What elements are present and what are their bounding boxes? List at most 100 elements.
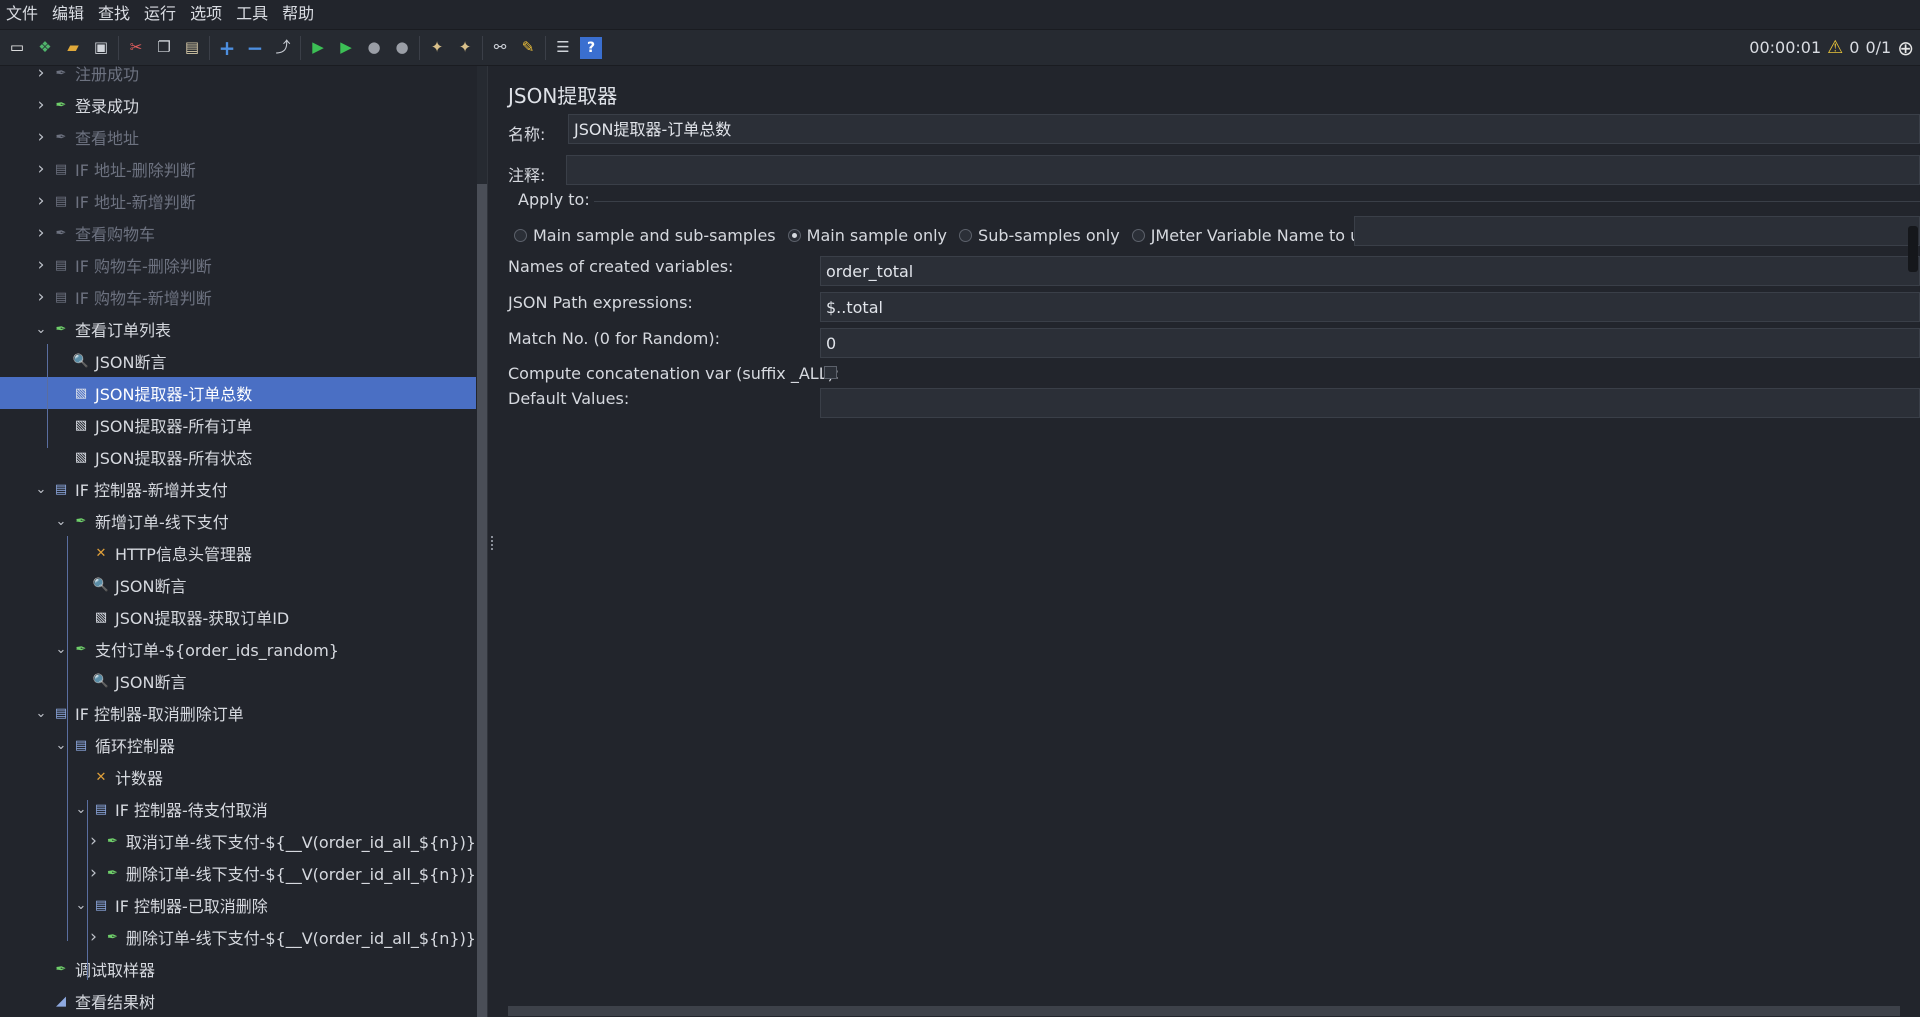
chevron-right-icon[interactable]: › [34,159,48,179]
comment-input[interactable] [566,155,1920,185]
tree-item[interactable]: ▧ JSON提取器-所有订单 [0,409,476,441]
save-icon[interactable]: ▣ [90,37,112,59]
warning-icon[interactable]: ⚠ [1827,37,1843,58]
jmeter-variable-input[interactable] [1354,216,1920,246]
globe-icon[interactable]: ⊕ [1897,36,1914,60]
name-input[interactable]: JSON提取器-订单总数 [568,114,1920,144]
side-handle[interactable] [1908,226,1918,272]
tree-item[interactable]: ⌄ ▤ 循环控制器 [0,729,476,761]
chevron-right-icon[interactable]: › [34,223,48,243]
tree-item[interactable]: › ✒ 取消订单-线下支付-${__V(order_id_all_${n})} [0,825,476,857]
chevron-down-icon[interactable]: ⌄ [34,706,48,721]
templates-icon[interactable]: ❖ [34,37,56,59]
menu-item-2[interactable]: 查找 [92,0,138,28]
search-icon[interactable]: ⚯ [489,37,511,59]
tree-item[interactable]: › ▤ IF 购物车-新增判断 [0,281,476,313]
tree-item[interactable]: ⌄ ▤ IF 控制器-新增并支付 [0,473,476,505]
clear-icon[interactable]: ✦ [426,37,448,59]
apply-to-option[interactable]: Main sample and sub-samples [514,226,776,245]
match-no-input[interactable]: 0 [820,328,1920,358]
menu-item-4[interactable]: 选项 [184,0,230,28]
tree-item[interactable]: › ✒ 删除订单-线下支付-${__V(order_id_all_${n})} [0,921,476,953]
chevron-right-icon[interactable]: › [87,927,100,947]
radio-button[interactable] [959,228,973,242]
menu-item-3[interactable]: 运行 [138,0,184,28]
chevron-down-icon[interactable]: ⌄ [34,482,48,497]
tree-item[interactable]: › ▤ IF 地址-删除判断 [0,153,476,185]
concat-checkbox[interactable] [824,366,837,379]
new-icon[interactable]: ▭ [6,37,28,59]
radio-button[interactable] [1131,228,1145,242]
elapsed-timer: 00:00:01 [1749,38,1822,57]
radio-button[interactable] [514,228,527,242]
tree-item[interactable]: ✕ HTTP信息头管理器 [0,537,476,569]
menu-item-5[interactable]: 工具 [230,0,276,28]
tree-item[interactable]: › ✒ 查看地址 [0,121,476,153]
chevron-right-icon[interactable]: › [34,191,48,211]
apply-to-option[interactable]: JMeter Variable Name to use [1131,226,1378,245]
tree-item[interactable]: 🔍 JSON断言 [0,665,476,697]
chevron-down-icon[interactable]: ⌄ [54,642,68,657]
tree-item[interactable]: › ✒ 注册成功 [0,66,476,89]
splitter-grip[interactable] [491,536,495,550]
paste-icon[interactable]: ▤ [181,37,203,59]
tree-scrollbar-thumb[interactable] [477,184,487,1017]
chevron-right-icon[interactable]: › [34,95,48,115]
chevron-right-icon[interactable]: › [34,255,48,275]
tree-item[interactable]: ⌄ ▤ IF 控制器-已取消删除 [0,889,476,921]
apply-to-option[interactable]: Sub-samples only [959,226,1120,245]
collapse-icon[interactable]: − [244,37,266,59]
tree-item[interactable]: ◢ 查看结果树 [0,985,476,1017]
tree-item[interactable]: ⌄ ▤ IF 控制器-待支付取消 [0,793,476,825]
chevron-right-icon[interactable]: › [87,863,100,883]
horizontal-scrollbar[interactable] [508,1006,1900,1016]
cut-icon[interactable]: ✂ [125,37,147,59]
open-icon[interactable]: ▰ [62,37,84,59]
tree-item[interactable]: › ▤ IF 购物车-删除判断 [0,249,476,281]
radio-button[interactable] [787,228,801,242]
stop-icon[interactable]: ● [363,37,385,59]
tree-item[interactable]: › ▤ IF 地址-新增判断 [0,185,476,217]
chevron-down-icon[interactable]: ⌄ [54,514,68,529]
tree-item[interactable]: 🔍 JSON断言 [0,345,476,377]
tree-item[interactable]: ✕ 计数器 [0,761,476,793]
tree-item[interactable]: ▧ JSON提取器-订单总数 [0,377,476,409]
tree-item[interactable]: › ✒ 登录成功 [0,89,476,121]
copy-icon[interactable]: ❐ [153,37,175,59]
chevron-down-icon[interactable]: ⌄ [74,898,88,913]
help-icon[interactable]: ? [580,36,602,59]
tree-item[interactable]: › ✒ 查看购物车 [0,217,476,249]
clear-all-icon[interactable]: ✦ [454,37,476,59]
chevron-down-icon[interactable]: ⌄ [54,738,68,753]
chevron-down-icon[interactable]: ⌄ [74,802,88,817]
start-icon[interactable]: ▶ [307,37,329,59]
tree-item[interactable]: › ✒ 删除订单-线下支付-${__V(order_id_all_${n})} [0,857,476,889]
tree-item[interactable]: ✒ 调试取样器 [0,953,476,985]
chevron-right-icon[interactable]: › [34,127,48,147]
chevron-right-icon[interactable]: › [87,831,100,851]
tree-item[interactable]: ⌄ ▤ IF 控制器-取消删除订单 [0,697,476,729]
apply-to-option[interactable]: Main sample only [787,226,947,245]
tree-item[interactable]: 🔍 JSON断言 [0,569,476,601]
menu-item-1[interactable]: 编辑 [46,0,92,28]
chevron-down-icon[interactable]: ⌄ [34,322,48,337]
expand-icon[interactable]: + [216,37,238,59]
chevron-right-icon[interactable]: › [34,287,48,307]
menu-item-6[interactable]: 帮助 [276,0,322,28]
tree-scrollbar[interactable] [477,66,487,1017]
tree-item[interactable]: ⌄ ✒ 支付订单-${order_ids_random} [0,633,476,665]
tree-item[interactable]: ▧ JSON提取器-获取订单ID [0,601,476,633]
variable-names-input[interactable]: order_total [820,256,1920,286]
tree-item[interactable]: ▧ JSON提取器-所有状态 [0,441,476,473]
toggle-icon[interactable]: ⤴ [272,37,294,59]
tree-item[interactable]: ⌄ ✒ 新增订单-线下支付 [0,505,476,537]
tree-item[interactable]: ⌄ ✒ 查看订单列表 [0,313,476,345]
reset-search-icon[interactable]: ✎ [517,37,539,59]
shutdown-icon[interactable]: ● [391,37,413,59]
function-helper-icon[interactable]: ☰ [552,37,574,59]
chevron-right-icon[interactable]: › [34,66,48,83]
start-no-pause-icon[interactable]: ▶ [335,37,357,59]
default-values-input[interactable] [820,388,1920,418]
json-path-input[interactable]: $..total [820,292,1920,322]
menu-item-0[interactable]: 文件 [0,0,46,28]
